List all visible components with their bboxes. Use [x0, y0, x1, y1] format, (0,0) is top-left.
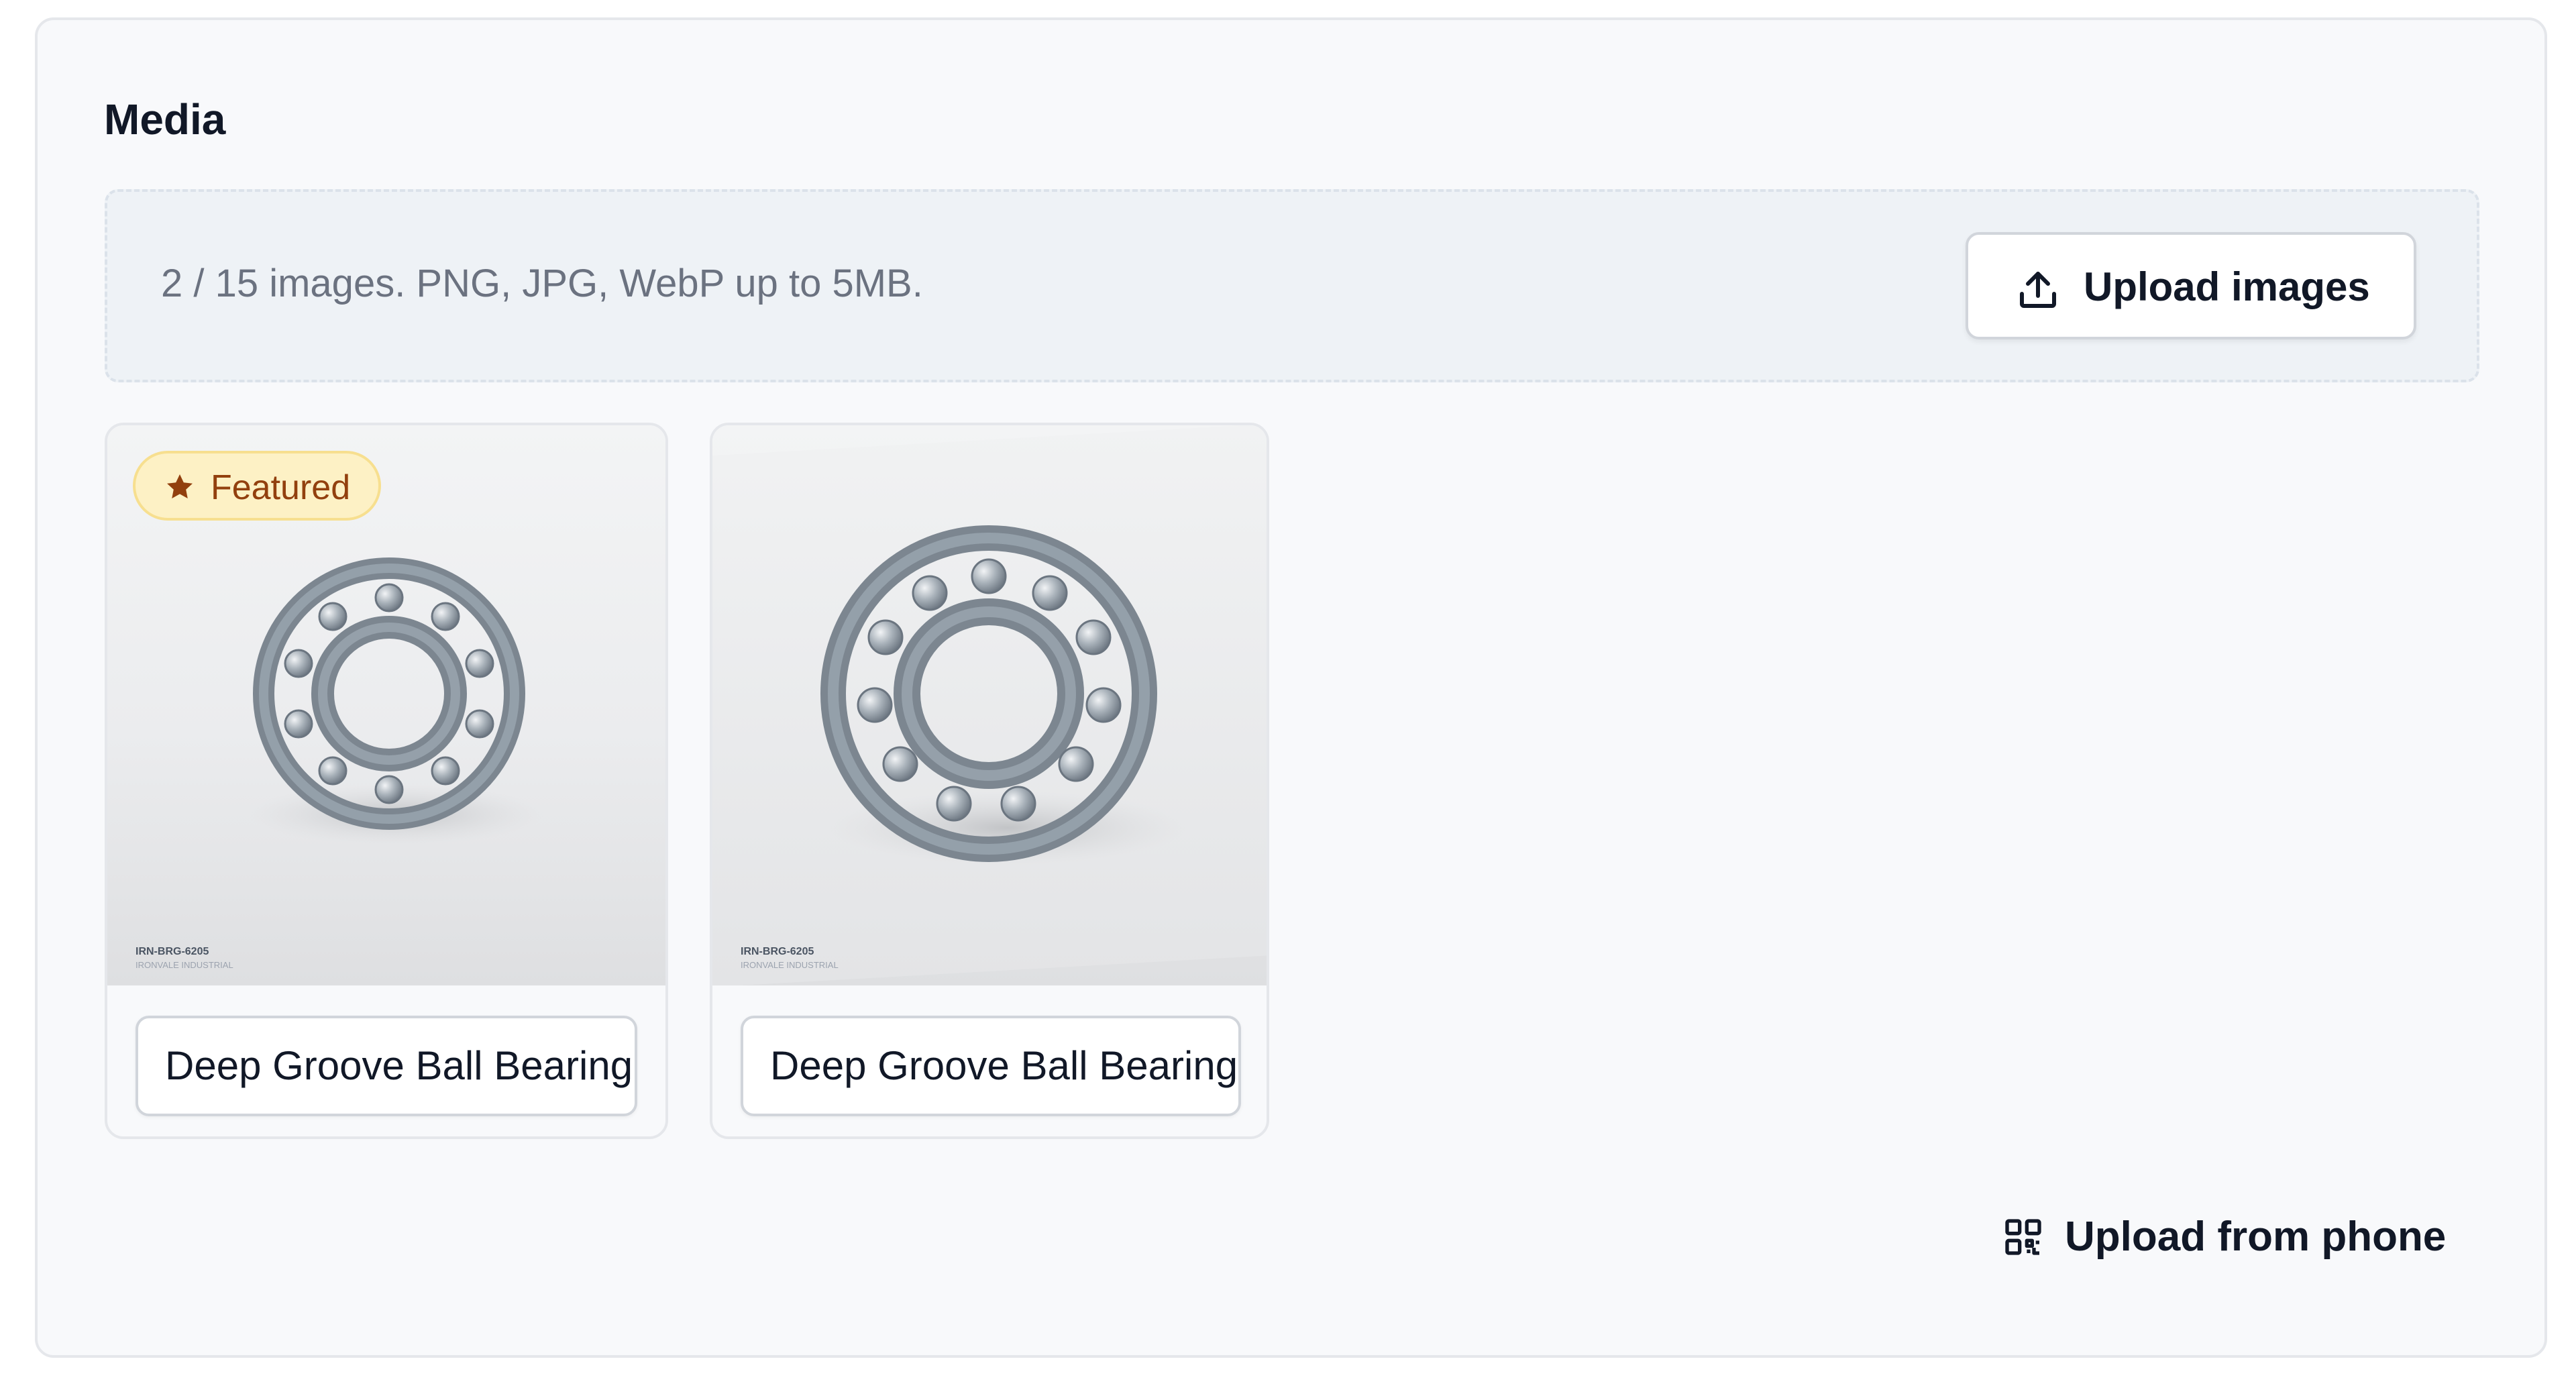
image-thumbnail[interactable]: IRN-BRG-6205 IRONVALE INDUSTRIAL	[712, 425, 1267, 985]
featured-badge-label: Featured	[211, 468, 351, 507]
upload-from-phone-label: Upload from phone	[2065, 1214, 2447, 1260]
image-brand-label: IRONVALE INDUSTRIAL	[136, 960, 233, 970]
qr-code-icon	[2005, 1219, 2041, 1255]
section-title: Media	[104, 95, 226, 144]
image-sku-label: IRN-BRG-6205	[136, 946, 209, 957]
image-card: IRN-BRG-6205 IRONVALE INDUSTRIAL Deep Gr…	[710, 423, 1269, 1139]
upload-icon	[2020, 272, 2056, 308]
upload-images-button[interactable]: Upload images	[1966, 232, 2416, 339]
star-icon	[167, 474, 193, 498]
image-sku-label: IRN-BRG-6205	[741, 946, 814, 957]
upload-from-phone-button[interactable]: Upload from phone	[1992, 1201, 2449, 1275]
image-brand-label: IRONVALE INDUSTRIAL	[741, 960, 839, 970]
alt-text-input[interactable]: Deep Groove Ball Bearing	[136, 1016, 637, 1116]
dropzone-info-text: 2 / 15 images. PNG, JPG, WebP up to 5MB.	[161, 262, 923, 305]
bearing-image	[712, 425, 1267, 985]
upload-images-label: Upload images	[2084, 264, 2370, 309]
alt-text-input[interactable]: Deep Groove Ball Bearing	[741, 1016, 1241, 1116]
featured-badge: Featured	[133, 451, 381, 521]
image-card: IRN-BRG-6205 IRONVALE INDUSTRIAL Feature…	[105, 423, 668, 1139]
